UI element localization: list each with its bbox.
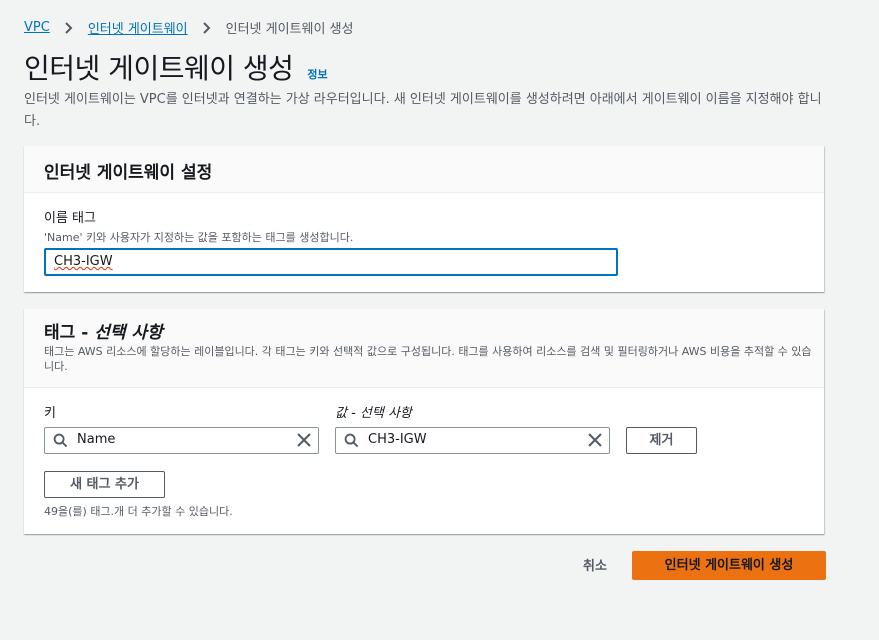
tag-value-value: CH3-IGW bbox=[368, 432, 427, 447]
cancel-button[interactable]: 취소 bbox=[583, 555, 607, 574]
page-description: 인터넷 게이트웨이는 VPC를 인터넷과 연결하는 가상 라우터입니다. 새 인… bbox=[24, 92, 822, 129]
tags-panel-header: 태그 - 선택 사항 태그는 AWS 리소스에 할당하는 레이블입니다. 각 태… bbox=[24, 309, 824, 388]
name-tag-help: 'Name' 키와 사용자가 지정하는 값을 포함하는 태그를 생성합니다. bbox=[44, 231, 354, 244]
tag-key-value: Name bbox=[77, 432, 116, 447]
remove-tag-button[interactable]: 제거 bbox=[626, 427, 697, 454]
settings-panel-header: 인터넷 게이트웨이 설정 bbox=[24, 146, 824, 193]
add-tag-button[interactable]: 새 태그 추가 bbox=[44, 471, 165, 498]
tags-panel-heading: 태그 - 선택 사항 bbox=[44, 323, 163, 343]
breadcrumb: VPC 인터넷 게이트웨이 인터넷 게이트웨이 생성 bbox=[24, 18, 354, 37]
search-icon bbox=[53, 433, 68, 448]
settings-panel: 인터넷 게이트웨이 설정 이름 태그 'Name' 키와 사용자가 지정하는 값… bbox=[24, 146, 824, 292]
tags-panel-description: 태그는 AWS 리소스에 할당하는 레이블입니다. 각 태그는 키와 선택적 값… bbox=[44, 345, 812, 373]
chevron-right-icon bbox=[65, 21, 73, 34]
settings-panel-heading: 인터넷 게이트웨이 설정 bbox=[44, 163, 213, 183]
name-tag-label: 이름 태그 bbox=[44, 211, 96, 226]
breadcrumb-igw-link[interactable]: 인터넷 게이트웨이 bbox=[88, 18, 188, 37]
tag-value-input[interactable]: CH3-IGW bbox=[335, 427, 610, 454]
chevron-right-icon bbox=[202, 21, 211, 34]
info-link[interactable]: 정보 bbox=[307, 66, 327, 82]
create-igw-button[interactable]: 인터넷 게이트웨이 생성 bbox=[632, 551, 826, 580]
breadcrumb-current: 인터넷 게이트웨이 생성 bbox=[225, 22, 354, 37]
page-title: 인터넷 게이트웨이 생성 bbox=[24, 52, 294, 85]
tags-panel: 태그 - 선택 사항 태그는 AWS 리소스에 할당하는 레이블입니다. 각 태… bbox=[24, 309, 824, 534]
value-label: 값 - 선택 사항 bbox=[335, 406, 412, 421]
remaining-tags-note: 49을(를) 태그.개 더 추가할 수 있습니다. bbox=[44, 505, 233, 518]
search-icon bbox=[344, 433, 359, 448]
page-header: 인터넷 게이트웨이 생성 정보 bbox=[24, 47, 328, 87]
tag-key-input[interactable]: Name bbox=[44, 427, 319, 454]
breadcrumb-vpc-link[interactable]: VPC bbox=[24, 20, 50, 35]
key-label: 키 bbox=[44, 406, 56, 421]
close-icon[interactable] bbox=[587, 432, 603, 448]
name-tag-input[interactable]: CH3-IGW bbox=[44, 248, 618, 276]
close-icon[interactable] bbox=[296, 432, 312, 448]
name-tag-input-value: CH3-IGW bbox=[54, 254, 113, 269]
